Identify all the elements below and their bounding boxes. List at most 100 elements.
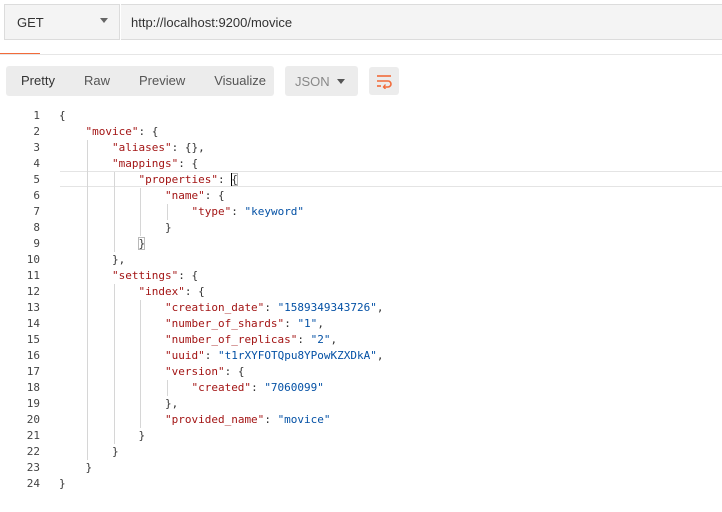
line-number: 20: [26, 413, 40, 426]
code-line: 24}: [0, 476, 722, 492]
wrap-lines-button[interactable]: [369, 67, 399, 95]
line-number: 23: [26, 461, 40, 474]
tab-raw[interactable]: Raw: [69, 66, 124, 96]
json-string: "7060099": [264, 381, 324, 394]
json-punctuation: [59, 189, 165, 202]
json-punctuation: :: [264, 301, 278, 314]
code-text: {: [59, 108, 66, 124]
tab-preview[interactable]: Preview: [124, 66, 199, 96]
json-key: "creation_date": [164, 301, 265, 314]
json-punctuation: [59, 317, 165, 330]
line-number: 21: [26, 429, 40, 442]
code-line: 21 }: [0, 428, 722, 444]
json-punctuation: [59, 269, 112, 282]
json-punctuation: [59, 173, 138, 186]
json-punctuation: ,: [376, 301, 384, 314]
json-punctuation: }: [59, 429, 146, 442]
code-text: }: [59, 444, 119, 460]
code-line: 17 "version": {: [0, 364, 722, 380]
code-line: 13 "creation_date": "1589349343726",: [0, 300, 722, 316]
line-number: 24: [26, 477, 40, 490]
json-string: "2": [310, 333, 331, 346]
json-string: "movice": [277, 413, 331, 426]
json-string: "t1rXYFOTQpu8YPowKZXDkA": [217, 349, 377, 362]
json-punctuation: }: [59, 237, 146, 250]
json-key: "created": [191, 381, 252, 394]
code-line: 10 },: [0, 252, 722, 268]
method-select[interactable]: GET: [4, 4, 120, 40]
json-punctuation: [59, 413, 165, 426]
code-text: "creation_date": "1589349343726",: [59, 300, 384, 316]
code-text: "created": "7060099": [59, 380, 324, 396]
code-line: 9 }: [0, 236, 722, 252]
json-punctuation: : {},: [171, 141, 205, 154]
json-punctuation: : {: [138, 125, 159, 138]
line-number: 17: [26, 365, 40, 378]
json-punctuation: [59, 125, 86, 138]
json-punctuation: [59, 301, 165, 314]
json-punctuation: }: [59, 461, 93, 474]
code-text: "version": {: [59, 364, 244, 380]
code-line: 23 }: [0, 460, 722, 476]
json-punctuation: :: [251, 381, 265, 394]
code-line: 20 "provided_name": "movice": [0, 412, 722, 428]
language-select[interactable]: JSON: [285, 66, 358, 96]
json-key: "name": [164, 189, 205, 202]
code-text: "index": {: [59, 284, 204, 300]
json-string: "keyword": [244, 205, 305, 218]
code-line: 2 "movice": {: [0, 124, 722, 140]
json-punctuation: ,: [317, 317, 324, 330]
response-body[interactable]: 1{2 "movice": {3 "aliases": {}, 4 "mappin…: [0, 106, 722, 498]
json-key: "uuid": [164, 349, 205, 362]
line-number: 22: [26, 445, 40, 458]
code-text: "name": {: [59, 188, 225, 204]
code-text: }: [59, 220, 172, 236]
code-line: 8 }: [0, 220, 722, 236]
url-input[interactable]: http://localhost:9200/movice: [121, 4, 722, 40]
json-punctuation: [59, 365, 165, 378]
chevron-down-icon: [337, 79, 345, 84]
code-line: 18 "created": "7060099": [0, 380, 722, 396]
line-number: 1: [33, 109, 40, 122]
line-number: 14: [26, 317, 40, 330]
line-number: 8: [33, 221, 40, 234]
code-text: }: [59, 428, 145, 444]
code-text: "provided_name": "movice": [59, 412, 331, 428]
json-punctuation: [59, 349, 165, 362]
tab-pretty[interactable]: Pretty: [6, 66, 69, 96]
bracket-match-highlight: [138, 237, 145, 250]
json-punctuation: :: [231, 205, 245, 218]
code-line: 19 },: [0, 396, 722, 412]
code-text: },: [59, 396, 178, 412]
code-line: 7 "type": "keyword": [0, 204, 722, 220]
json-punctuation: : {: [178, 269, 199, 282]
code-line: 6 "name": {: [0, 188, 722, 204]
line-number: 5: [33, 173, 40, 186]
json-punctuation: :: [204, 349, 218, 362]
code-text: "mappings": {: [59, 156, 198, 172]
json-punctuation: [59, 157, 112, 170]
json-punctuation: }: [59, 445, 119, 458]
divider: [0, 54, 722, 55]
json-key: "provided_name": [164, 413, 265, 426]
code-line: 22 }: [0, 444, 722, 460]
code-line: 15 "number_of_replicas": "2",: [0, 332, 722, 348]
code-line: 11 "settings": {: [0, 268, 722, 284]
json-key: "mappings": [111, 157, 179, 170]
json-key: "settings": [111, 269, 179, 282]
tab-visualize[interactable]: Visualize: [199, 66, 280, 96]
json-punctuation: [59, 285, 138, 298]
json-punctuation: [59, 205, 191, 218]
code-line: 1{: [0, 108, 722, 124]
json-punctuation: :: [264, 413, 278, 426]
json-key: "index": [138, 285, 185, 298]
json-punctuation: [59, 333, 165, 346]
code-text: "number_of_replicas": "2",: [59, 332, 337, 348]
line-number: 16: [26, 349, 40, 362]
json-punctuation: :: [284, 317, 298, 330]
json-punctuation: : {: [204, 189, 225, 202]
json-key: "number_of_replicas": [164, 333, 298, 346]
code-text: "type": "keyword": [59, 204, 304, 220]
code-text: "number_of_shards": "1",: [59, 316, 324, 332]
json-punctuation: : {: [178, 157, 199, 170]
